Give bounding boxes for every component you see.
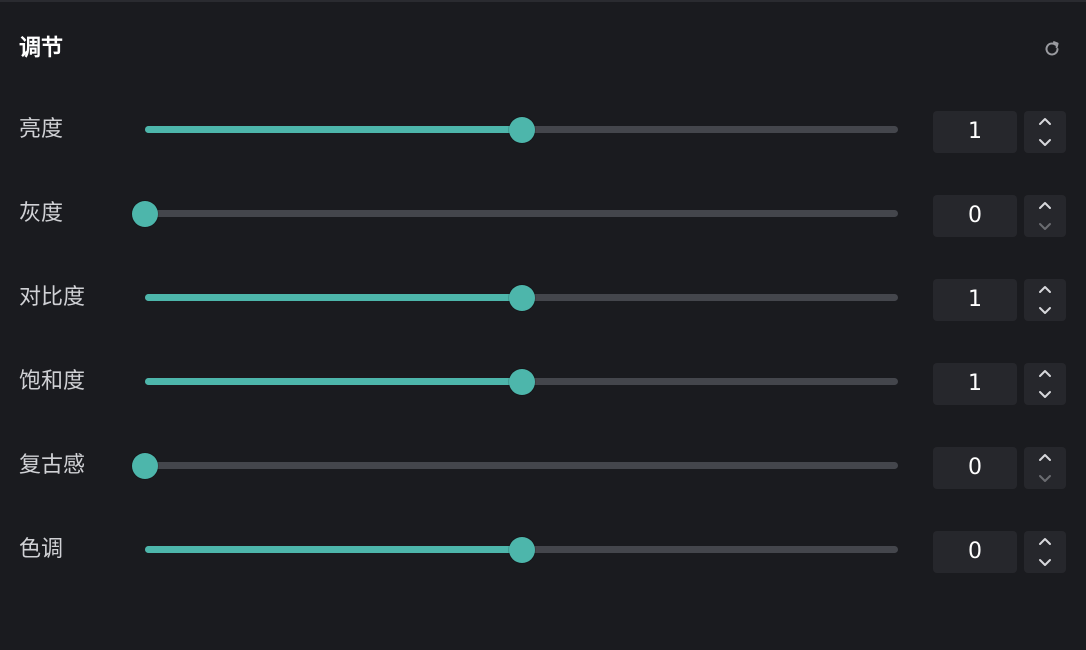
contrast-stepper [1024, 279, 1066, 321]
adjust-row-contrast: 对比度 1 [0, 256, 1086, 340]
decrement-button[interactable] [1024, 132, 1066, 153]
grayscale-stepper [1024, 195, 1066, 237]
chevron-up-icon [1038, 117, 1052, 126]
chevron-up-icon [1038, 453, 1052, 462]
slider-fill [145, 126, 522, 133]
chevron-down-icon [1038, 306, 1052, 315]
sepia-stepper [1024, 447, 1066, 489]
slider-fill [145, 546, 522, 553]
decrement-button[interactable] [1024, 384, 1066, 405]
adjust-label: 亮度 [19, 117, 64, 142]
chevron-up-icon [1038, 369, 1052, 378]
panel-header: 调节 [0, 0, 1086, 98]
decrement-button[interactable] [1024, 216, 1066, 237]
slider-thumb[interactable] [132, 201, 158, 227]
slider-track [145, 210, 898, 217]
sepia-slider[interactable] [132, 453, 898, 479]
adjust-row-brightness: 亮度 1 [0, 88, 1086, 172]
increment-button[interactable] [1024, 363, 1066, 384]
brightness-slider[interactable] [145, 117, 898, 143]
grayscale-slider[interactable] [132, 201, 898, 227]
slider-track [145, 462, 898, 469]
chevron-up-icon [1038, 537, 1052, 546]
adjust-label: 灰度 [19, 201, 64, 226]
chevron-down-icon [1038, 558, 1052, 567]
slider-thumb[interactable] [132, 453, 158, 479]
sepia-value-input[interactable]: 0 [933, 447, 1017, 489]
refresh-icon [1042, 39, 1062, 59]
chevron-down-icon [1038, 390, 1052, 399]
increment-button[interactable] [1024, 447, 1066, 468]
adjust-label: 饱和度 [19, 369, 86, 394]
decrement-button[interactable] [1024, 552, 1066, 573]
slider-thumb[interactable] [509, 537, 535, 563]
reset-button[interactable] [1039, 36, 1065, 62]
adjust-row-sepia: 复古感 0 [0, 424, 1086, 508]
increment-button[interactable] [1024, 531, 1066, 552]
contrast-value-input[interactable]: 1 [933, 279, 1017, 321]
brightness-value-input[interactable]: 1 [933, 111, 1017, 153]
adjust-row-hue: 色调 0 [0, 508, 1086, 592]
brightness-stepper [1024, 111, 1066, 153]
adjust-row-saturation: 饱和度 1 [0, 340, 1086, 424]
contrast-slider[interactable] [145, 285, 898, 311]
grayscale-value-input[interactable]: 0 [933, 195, 1017, 237]
increment-button[interactable] [1024, 111, 1066, 132]
slider-fill [145, 294, 522, 301]
chevron-up-icon [1038, 201, 1052, 210]
hue-stepper [1024, 531, 1066, 573]
chevron-down-icon [1038, 138, 1052, 147]
chevron-down-icon [1038, 474, 1052, 483]
adjust-label: 复古感 [19, 453, 86, 478]
slider-thumb[interactable] [509, 117, 535, 143]
adjust-label: 对比度 [19, 285, 86, 310]
panel-title: 调节 [19, 36, 64, 61]
chevron-down-icon [1038, 222, 1052, 231]
hue-value-input[interactable]: 0 [933, 531, 1017, 573]
slider-thumb[interactable] [509, 369, 535, 395]
slider-thumb[interactable] [509, 285, 535, 311]
hue-slider[interactable] [145, 537, 898, 563]
chevron-up-icon [1038, 285, 1052, 294]
slider-fill [145, 378, 522, 385]
saturation-stepper [1024, 363, 1066, 405]
increment-button[interactable] [1024, 195, 1066, 216]
saturation-slider[interactable] [145, 369, 898, 395]
decrement-button[interactable] [1024, 468, 1066, 489]
adjust-label: 色调 [19, 537, 64, 562]
saturation-value-input[interactable]: 1 [933, 363, 1017, 405]
decrement-button[interactable] [1024, 300, 1066, 321]
adjust-row-grayscale: 灰度 0 [0, 172, 1086, 256]
increment-button[interactable] [1024, 279, 1066, 300]
